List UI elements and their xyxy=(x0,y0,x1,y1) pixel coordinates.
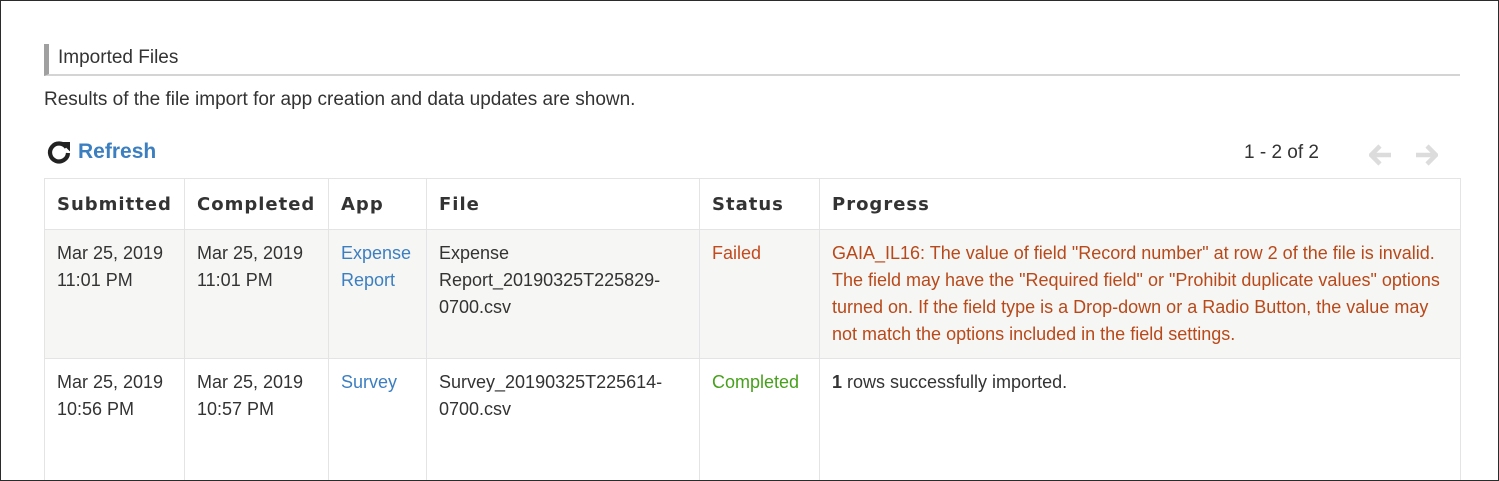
status-cell: Completed xyxy=(699,358,820,480)
table-header-row: Submitted Completed App File Status Prog… xyxy=(44,178,1461,230)
refresh-button[interactable]: Refresh xyxy=(46,139,156,165)
refresh-label: Refresh xyxy=(78,140,157,163)
submitted-cell: Mar 25, 2019 11:01 PM xyxy=(44,229,185,359)
table-row: Mar 25, 2019 11:01 PM Mar 25, 2019 11:01… xyxy=(44,229,1461,359)
progress-text: rows successfully imported. xyxy=(842,372,1068,392)
app-cell: Survey xyxy=(328,358,427,480)
section-title: Imported Files xyxy=(58,47,179,68)
pagination-count: 1 - 2 of 2 xyxy=(1244,142,1319,163)
section-header: Imported Files xyxy=(44,44,1460,76)
error-message: GAIA_IL16: The value of field "Record nu… xyxy=(832,243,1440,344)
progress-cell: 1 rows successfully imported. xyxy=(819,358,1461,480)
arrow-right-icon[interactable] xyxy=(1414,144,1440,166)
status-completed: Completed xyxy=(712,372,800,392)
column-header-completed: Completed xyxy=(184,178,329,230)
submitted-cell: Mar 25, 2019 10:56 PM xyxy=(44,358,185,480)
file-cell: Expense Report_20190325T225829-0700.csv xyxy=(426,229,700,359)
app-link[interactable]: Survey xyxy=(341,372,397,392)
refresh-icon xyxy=(46,139,72,165)
column-header-status: Status xyxy=(699,178,820,230)
completed-cell: Mar 25, 2019 10:57 PM xyxy=(184,358,329,480)
status-failed: Failed xyxy=(712,243,762,263)
completed-cell: Mar 25, 2019 11:01 PM xyxy=(184,229,329,359)
arrow-left-icon[interactable] xyxy=(1367,144,1393,166)
imported-files-panel: Imported Files Results of the file impor… xyxy=(0,0,1499,481)
imported-count: 1 xyxy=(832,372,843,392)
file-cell: Survey_20190325T225614-0700.csv xyxy=(426,358,700,480)
status-cell: Failed xyxy=(699,229,820,359)
column-header-progress: Progress xyxy=(819,178,1461,230)
column-header-submitted: Submitted xyxy=(44,178,185,230)
app-link[interactable]: Expense Report xyxy=(341,243,411,290)
progress-cell: GAIA_IL16: The value of field "Record nu… xyxy=(819,229,1461,359)
section-description: Results of the file import for app creat… xyxy=(44,89,636,110)
app-cell: Expense Report xyxy=(328,229,427,359)
imported-files-table: Submitted Completed App File Status Prog… xyxy=(44,178,1461,480)
column-header-app: App xyxy=(328,178,427,230)
table-row: Mar 25, 2019 10:56 PM Mar 25, 2019 10:57… xyxy=(44,358,1461,480)
column-header-file: File xyxy=(426,178,700,230)
